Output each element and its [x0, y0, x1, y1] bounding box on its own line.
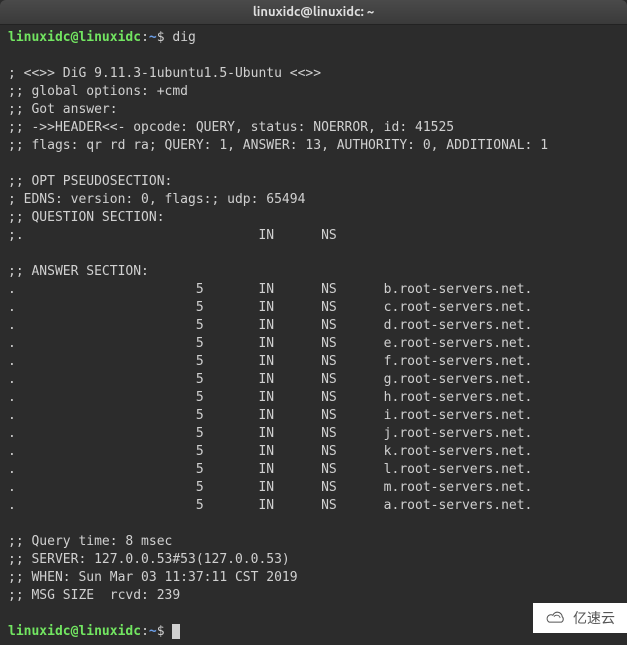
output-line: ; <<>> DiG 9.11.3-1ubuntu1.5-Ubuntu <<>> — [8, 65, 619, 83]
output-line: ;; ->>HEADER<<- opcode: QUERY, status: N… — [8, 119, 619, 137]
answer-row: . 5 IN NS e.root-servers.net. — [8, 335, 619, 353]
output-line: ;; OPT PSEUDOSECTION: — [8, 173, 619, 191]
answer-row: . 5 IN NS i.root-servers.net. — [8, 407, 619, 425]
cursor — [172, 624, 180, 639]
answer-row: . 5 IN NS j.root-servers.net. — [8, 425, 619, 443]
output-line: ; EDNS: version: 0, flags:; udp: 65494 — [8, 191, 619, 209]
prompt-line-1: linuxidc@linuxidc:~$ dig — [8, 29, 619, 47]
window-title: linuxidc@linuxidc: ~ — [253, 5, 374, 19]
prompt-line-2: linuxidc@linuxidc:~$ — [8, 623, 619, 641]
answer-row: . 5 IN NS c.root-servers.net. — [8, 299, 619, 317]
answer-row: . 5 IN NS d.root-servers.net. — [8, 317, 619, 335]
answer-row: . 5 IN NS h.root-servers.net. — [8, 389, 619, 407]
prompt-dollar: $ — [157, 30, 173, 45]
answer-row: . 5 IN NS m.root-servers.net. — [8, 479, 619, 497]
output-line — [8, 605, 619, 623]
answer-row: . 5 IN NS k.root-servers.net. — [8, 443, 619, 461]
output-line — [8, 245, 619, 263]
output-line: ;; QUESTION SECTION: — [8, 209, 619, 227]
output-line — [8, 515, 619, 533]
output-line — [8, 155, 619, 173]
prompt-user: linuxidc — [8, 624, 71, 639]
output-line: ;; MSG SIZE rcvd: 239 — [8, 587, 619, 605]
output-line: ;; WHEN: Sun Mar 03 11:37:11 CST 2019 — [8, 569, 619, 587]
watermark-text: 亿速云 — [573, 609, 615, 627]
output-line: ;; Query time: 8 msec — [8, 533, 619, 551]
output-line: ;; Got answer: — [8, 101, 619, 119]
answer-row: . 5 IN NS a.root-servers.net. — [8, 497, 619, 515]
output-line: ;; flags: qr rd ra; QUERY: 1, ANSWER: 13… — [8, 137, 619, 155]
prompt-host: linuxidc — [78, 624, 141, 639]
output-line: ;; SERVER: 127.0.0.53#53(127.0.0.53) — [8, 551, 619, 569]
answer-row: . 5 IN NS l.root-servers.net. — [8, 461, 619, 479]
prompt-dollar: $ — [157, 624, 173, 639]
output-line: ;. IN NS — [8, 227, 619, 245]
answer-row: . 5 IN NS b.root-servers.net. — [8, 281, 619, 299]
prompt-host: linuxidc — [78, 30, 141, 45]
cloud-logo-icon — [545, 609, 567, 627]
terminal-area[interactable]: linuxidc@linuxidc:~$ dig ; <<>> DiG 9.11.… — [0, 25, 627, 645]
command-typed: dig — [172, 30, 195, 45]
prompt-colon: : — [141, 30, 149, 45]
output-line: ;; global options: +cmd — [8, 83, 619, 101]
prompt-colon: : — [141, 624, 149, 639]
window-titlebar: linuxidc@linuxidc: ~ — [0, 0, 627, 25]
prompt-path: ~ — [149, 30, 157, 45]
output-line: ;; ANSWER SECTION: — [8, 263, 619, 281]
prompt-path: ~ — [149, 624, 157, 639]
answer-row: . 5 IN NS f.root-servers.net. — [8, 353, 619, 371]
answer-row: . 5 IN NS g.root-servers.net. — [8, 371, 619, 389]
output-line — [8, 47, 619, 65]
prompt-user: linuxidc — [8, 30, 71, 45]
watermark: 亿速云 — [533, 603, 627, 633]
